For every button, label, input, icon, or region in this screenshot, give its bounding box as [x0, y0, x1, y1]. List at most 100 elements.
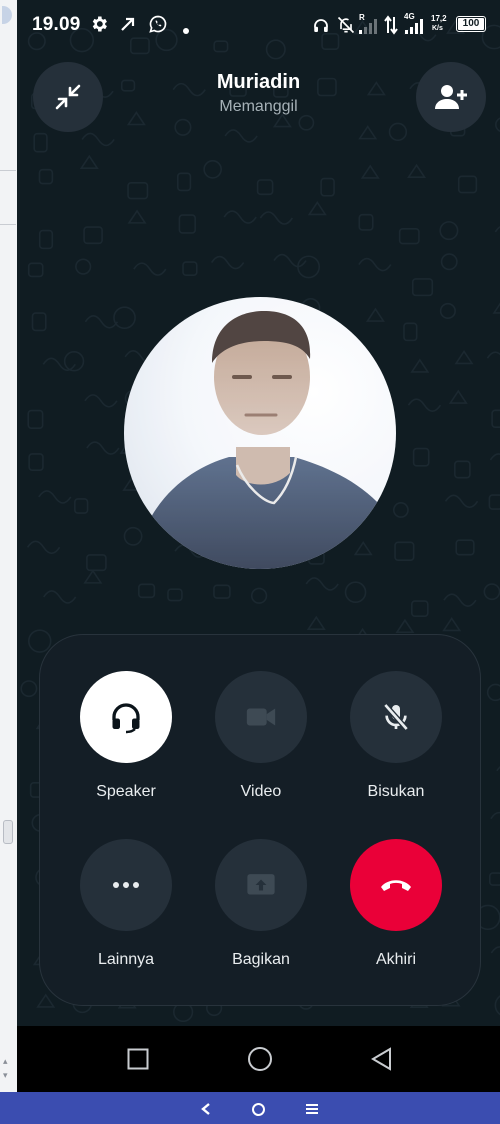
doodle-shape: [448, 389, 468, 404]
end-call-control: Akhiri: [326, 839, 466, 969]
mute-button[interactable]: [350, 671, 442, 763]
share-control: Bagikan: [191, 839, 331, 969]
home-ring-icon[interactable]: [251, 1102, 266, 1117]
doodle-shape: [42, 357, 76, 372]
doodle-shape: [84, 315, 119, 329]
doodle-shape: [358, 125, 378, 140]
doodle-shape: [454, 460, 471, 479]
doodle-shape: [123, 526, 143, 546]
doodle-shape: [113, 306, 136, 330]
navigation-bar: [17, 1026, 500, 1092]
doodle-shape: [75, 258, 92, 275]
add-person-icon: [435, 85, 467, 109]
doodle-shape: [273, 253, 307, 268]
add-participant-button[interactable]: [416, 62, 486, 132]
doodle-shape: [167, 588, 183, 602]
end-call-button[interactable]: [350, 839, 442, 931]
doodle-shape: [411, 600, 429, 617]
doodle-shape: [444, 494, 479, 509]
battery-level: 100: [458, 18, 484, 30]
home-circle-icon[interactable]: [247, 1046, 273, 1072]
chevron-left-icon[interactable]: [200, 1102, 212, 1116]
gutter-divider: [0, 170, 16, 171]
doodle-shape: [395, 618, 415, 634]
doodle-shape: [307, 200, 327, 216]
doodle-shape: [256, 179, 274, 196]
share-label: Bagikan: [232, 951, 290, 968]
net-speed-value: 17,2: [431, 14, 447, 23]
doodle-shape: [38, 229, 54, 250]
doodle-shape: [494, 995, 500, 1016]
call-controls-panel: Speaker Video Bisukan Lainnya Bagikan Ak…: [39, 634, 481, 1006]
doodle-shape: [298, 114, 315, 131]
doodle-shape: [79, 154, 99, 169]
mute-label: Bisukan: [367, 783, 425, 800]
doodle-shape: [490, 811, 500, 820]
doodle-shape: [272, 113, 292, 128]
video-button[interactable]: [215, 671, 307, 763]
doodle-shape: [407, 398, 442, 412]
doodle-shape: [38, 168, 54, 185]
doodle-shape: [259, 211, 294, 225]
doodle-shape: [127, 181, 149, 200]
gutter-scroll-up[interactable]: ▴: [3, 1056, 8, 1067]
doodle-shape: [27, 409, 44, 430]
doodle-shape: [439, 221, 459, 241]
doodle-shape: [250, 587, 268, 604]
doodle-shape: [360, 164, 380, 179]
doodle-shape: [358, 257, 392, 272]
doodle-shape: [486, 351, 500, 359]
doodle-shape: [83, 226, 103, 245]
doodle-shape: [388, 122, 408, 142]
speaker-button[interactable]: [80, 671, 172, 763]
doodle-shape: [483, 583, 500, 601]
gutter-scroll-down[interactable]: ▾: [3, 1070, 8, 1081]
call-screen: 19.09 R 4G 17,2 K/s 100 Muriadin Memangg…: [17, 0, 500, 1092]
system-bar: [0, 1092, 500, 1124]
doodle-shape: [27, 629, 52, 653]
menu-lines-icon[interactable]: [305, 1103, 319, 1115]
doodle-shape: [392, 502, 409, 518]
status-bar: 19.09 R 4G 17,2 K/s 100: [17, 0, 500, 48]
doodle-shape: [491, 409, 500, 429]
doodle-shape: [489, 453, 500, 461]
doodle-shape: [84, 394, 118, 408]
doodle-shape: [344, 581, 367, 604]
doodle-shape: [224, 129, 258, 143]
doodle-shape: [138, 583, 156, 599]
end-call-icon: [381, 880, 411, 891]
gear-icon: [92, 16, 107, 32]
headset-icon: [314, 19, 328, 32]
signal-4g-icon: [405, 19, 423, 34]
end-call-label: Akhiri: [375, 951, 416, 968]
recents-square-icon[interactable]: [127, 1048, 149, 1070]
status-time: 19.09: [32, 14, 81, 35]
video-label: Video: [240, 783, 282, 800]
doodle-shape: [127, 209, 147, 224]
mute-control: Bisukan: [326, 671, 466, 801]
gutter-resize-handle[interactable]: [3, 820, 13, 844]
doodle-shape: [36, 993, 56, 1008]
doodle-shape: [439, 302, 456, 320]
doodle-shape: [353, 541, 373, 556]
doodle-shape: [38, 490, 72, 504]
doodle-shape: [494, 226, 500, 233]
doodle-shape: [411, 278, 434, 297]
speaker-control: Speaker: [56, 671, 196, 801]
doodle-shape: [365, 307, 385, 322]
doodle-shape: [410, 358, 430, 373]
doodle-shape: [358, 213, 374, 231]
doodle-shape: [305, 577, 339, 591]
doodle-shape: [26, 540, 61, 555]
more-button[interactable]: [80, 839, 172, 931]
share-button[interactable]: [215, 839, 307, 931]
data-arrows-icon: [384, 15, 398, 35]
signal-icon: [359, 19, 377, 34]
doodle-shape: [210, 255, 245, 270]
doodle-shape: [86, 554, 107, 572]
doodle-shape: [203, 160, 222, 179]
doodle-shape: [297, 255, 321, 279]
doodle-shape: [486, 683, 500, 702]
back-triangle-icon[interactable]: [370, 1047, 392, 1071]
doodle-shape: [403, 322, 418, 342]
